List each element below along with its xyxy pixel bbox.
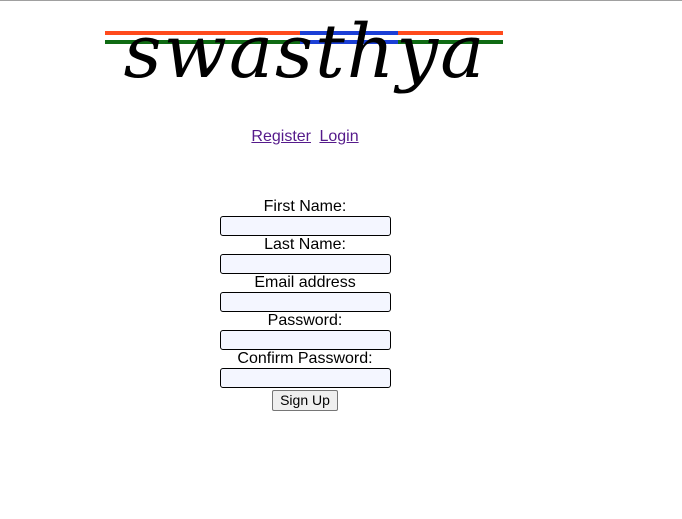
last-name-label: Last Name: bbox=[264, 236, 346, 253]
password-input[interactable] bbox=[219, 330, 391, 350]
email-input[interactable] bbox=[219, 292, 391, 312]
last-name-input[interactable] bbox=[219, 254, 391, 274]
sign-up-button[interactable]: Sign Up bbox=[272, 390, 338, 411]
logo-wordmark: swasthya bbox=[123, 9, 487, 95]
register-link[interactable]: Register bbox=[251, 128, 311, 145]
first-name-input[interactable] bbox=[219, 216, 391, 236]
email-label: Email address bbox=[254, 274, 356, 291]
confirm-password-input[interactable] bbox=[219, 368, 391, 388]
password-label: Password: bbox=[267, 312, 343, 329]
brand-logo: swasthya bbox=[105, 2, 505, 127]
top-nav: Register Login bbox=[0, 128, 610, 146]
confirm-password-label: Confirm Password: bbox=[237, 350, 373, 367]
window-top-border bbox=[0, 0, 682, 1]
login-link[interactable]: Login bbox=[319, 128, 358, 145]
first-name-label: First Name: bbox=[263, 198, 347, 215]
signup-form: First Name: Last Name: Email address Pas… bbox=[185, 198, 425, 411]
